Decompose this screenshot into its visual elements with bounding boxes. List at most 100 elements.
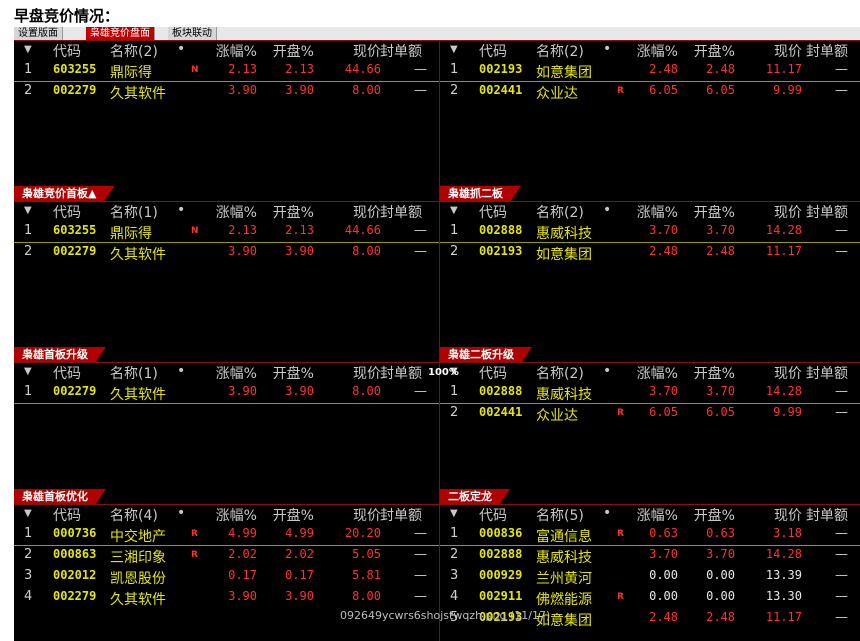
column-header-price[interactable]: 现价 — [774, 363, 802, 383]
column-header-seal[interactable]: 封单额 — [806, 505, 848, 525]
sort-arrow-icon[interactable]: ▼ — [24, 205, 32, 216]
column-header-dot[interactable]: • — [177, 363, 185, 379]
column-header-change[interactable]: 涨幅% — [637, 41, 678, 61]
column-header-change[interactable]: 涨幅% — [637, 202, 678, 222]
stock-row[interactable]: 4 002911 佛燃能源 R 0.00 0.00 13.30 — — [440, 587, 860, 608]
column-header-open[interactable]: 开盘% — [273, 505, 314, 525]
sort-arrow-icon[interactable]: ▼ — [24, 366, 32, 377]
column-header-price[interactable]: 现价 — [774, 41, 802, 61]
column-header-change[interactable]: 涨幅% — [216, 41, 257, 61]
column-header-price[interactable]: 现价 — [353, 202, 381, 222]
panel-title[interactable]: 枭雄竞价首板▲ — [14, 186, 114, 201]
panel-title[interactable]: 枭雄抓二板 — [440, 186, 521, 201]
stock-row[interactable]: 3 002012 凯恩股份 0.17 0.17 5.81 — — [14, 566, 439, 587]
column-header-change[interactable]: 涨幅% — [637, 505, 678, 525]
column-header-price[interactable]: 现价 — [353, 41, 381, 61]
column-header-name[interactable]: 名称(2) — [536, 363, 584, 383]
column-header-dot[interactable]: • — [177, 41, 185, 57]
column-header-seal[interactable]: 封单额 — [806, 363, 848, 383]
stock-row[interactable]: 2 002441 众业达 R 6.05 6.05 9.99 — — [440, 81, 860, 102]
stock-row[interactable]: 1 603255 鼎际得 N 2.13 2.13 44.66 — — [14, 221, 439, 243]
row-index: 1 — [450, 62, 459, 77]
column-header-change[interactable]: 涨幅% — [216, 363, 257, 383]
column-header-code[interactable]: 代码 — [53, 202, 81, 222]
panel-title[interactable]: 枭雄首板优化 — [14, 489, 106, 504]
column-header-open[interactable]: 开盘% — [694, 41, 735, 61]
stock-row[interactable]: 3 000929 兰州黄河 0.00 0.00 13.39 — — [440, 566, 860, 587]
stock-row[interactable]: 1 002888 惠威科技 3.70 3.70 14.28 — — [440, 221, 860, 243]
column-header-open[interactable]: 开盘% — [694, 505, 735, 525]
panel-title[interactable]: 枭雄二板升级 — [440, 347, 532, 362]
sort-arrow-icon[interactable]: ▼ — [24, 44, 32, 55]
column-header-dot[interactable]: • — [603, 41, 611, 57]
column-header-change[interactable]: 涨幅% — [637, 363, 678, 383]
stock-row[interactable]: 1 002279 久其软件 3.90 3.90 8.00 — — [14, 382, 439, 404]
column-header-code[interactable]: 代码 — [479, 202, 507, 222]
column-header-seal[interactable]: 封单额 — [806, 202, 848, 222]
column-header-name[interactable]: 名称(4) — [110, 505, 158, 525]
column-header-price[interactable]: 现价 — [353, 505, 381, 525]
column-header-open[interactable]: 开盘% — [694, 363, 735, 383]
column-header-dot[interactable]: • — [603, 202, 611, 218]
column-header-row: ▼ 代码 名称(2) • 涨幅% 开盘% 现价 封单额 — [14, 41, 439, 60]
column-header-price[interactable]: 现价 — [774, 505, 802, 525]
tab-auction-board[interactable]: 枭雄竞价盘面 — [86, 27, 155, 40]
column-header-name[interactable]: 名称(5) — [536, 505, 584, 525]
column-header-change[interactable]: 涨幅% — [216, 505, 257, 525]
stock-code: 002888 — [479, 223, 523, 237]
stock-row[interactable]: 2 000863 三湘印象 R 2.02 2.02 5.05 — — [14, 545, 439, 566]
column-header-dot[interactable]: • — [177, 202, 185, 218]
stock-row[interactable]: 2 002193 如意集团 2.48 2.48 11.17 — — [440, 242, 860, 263]
column-header-name[interactable]: 名称(2) — [536, 41, 584, 61]
column-header-price[interactable]: 现价 — [774, 202, 802, 222]
row-index: 1 — [450, 384, 459, 399]
column-header-code[interactable]: 代码 — [53, 363, 81, 383]
stock-row[interactable]: 2 002888 惠威科技 3.70 3.70 14.28 — — [440, 545, 860, 566]
column-header-name[interactable]: 名称(2) — [110, 41, 158, 61]
sort-arrow-icon[interactable]: ▼ — [450, 44, 458, 55]
column-header-code[interactable]: 代码 — [53, 41, 81, 61]
sort-arrow-icon[interactable]: ▼ — [450, 205, 458, 216]
column-header-code[interactable]: 代码 — [53, 505, 81, 525]
stock-row[interactable]: 2 002441 众业达 R 6.05 6.05 9.99 — — [440, 403, 860, 424]
stock-name: 众业达 — [536, 86, 578, 102]
column-header-dot[interactable]: • — [603, 363, 611, 379]
column-header-seal[interactable]: 封单额 — [806, 41, 848, 61]
column-header-dot[interactable]: • — [177, 505, 185, 521]
stock-row[interactable]: 2 002279 久其软件 3.90 3.90 8.00 — — [14, 81, 439, 102]
stock-name: 久其软件 — [110, 247, 166, 263]
stock-row[interactable]: 1 002193 如意集团 2.48 2.48 11.17 — — [440, 60, 860, 82]
stock-row[interactable]: 4 002279 久其软件 3.90 3.90 8.00 — — [14, 587, 439, 608]
column-header-seal[interactable]: 封单额 — [380, 202, 422, 222]
column-header-open[interactable]: 开盘% — [694, 202, 735, 222]
sort-arrow-icon[interactable]: ▼ — [450, 508, 458, 519]
column-header-price[interactable]: 现价 — [353, 363, 381, 383]
column-header-code[interactable]: 代码 — [479, 41, 507, 61]
panel-title[interactable]: 枭雄首板升级 — [14, 347, 106, 362]
column-header-open[interactable]: 开盘% — [273, 202, 314, 222]
stock-row[interactable]: 1 002888 惠威科技 3.70 3.70 14.28 — — [440, 382, 860, 404]
stock-row[interactable]: 1 000736 中交地产 R 4.99 4.99 20.20 — — [14, 524, 439, 546]
column-header-seal[interactable]: 封单额 — [380, 363, 422, 383]
column-header-name[interactable]: 名称(2) — [536, 202, 584, 222]
column-header-seal[interactable]: 封单额 — [380, 41, 422, 61]
column-header-name[interactable]: 名称(1) — [110, 363, 158, 383]
stock-row[interactable]: 1 603255 鼎际得 N 2.13 2.13 44.66 — — [14, 60, 439, 82]
stock-row[interactable]: 1 000836 富通信息 R 0.63 0.63 3.18 — — [440, 524, 860, 546]
tab-layout-settings[interactable]: 设置版面 — [14, 27, 63, 40]
change-percent: 3.90 — [228, 384, 257, 398]
column-header-open[interactable]: 开盘% — [273, 41, 314, 61]
row-index: 2 — [450, 244, 459, 259]
sort-arrow-icon[interactable]: ▼ — [24, 508, 32, 519]
column-header-seal[interactable]: 封单额 — [380, 505, 422, 525]
column-header-change[interactable]: 涨幅% — [216, 202, 257, 222]
column-header-dot[interactable]: • — [603, 505, 611, 521]
stock-code: 002911 — [479, 589, 523, 603]
column-header-code[interactable]: 代码 — [479, 505, 507, 525]
column-header-code[interactable]: 代码 — [479, 363, 507, 383]
column-header-open[interactable]: 开盘% — [273, 363, 314, 383]
column-header-name[interactable]: 名称(1) — [110, 202, 158, 222]
tab-sector-linkage[interactable]: 板块联动 — [168, 27, 217, 40]
stock-row[interactable]: 2 002279 久其软件 3.90 3.90 8.00 — — [14, 242, 439, 263]
panel-title[interactable]: 二板定龙 — [440, 489, 510, 504]
